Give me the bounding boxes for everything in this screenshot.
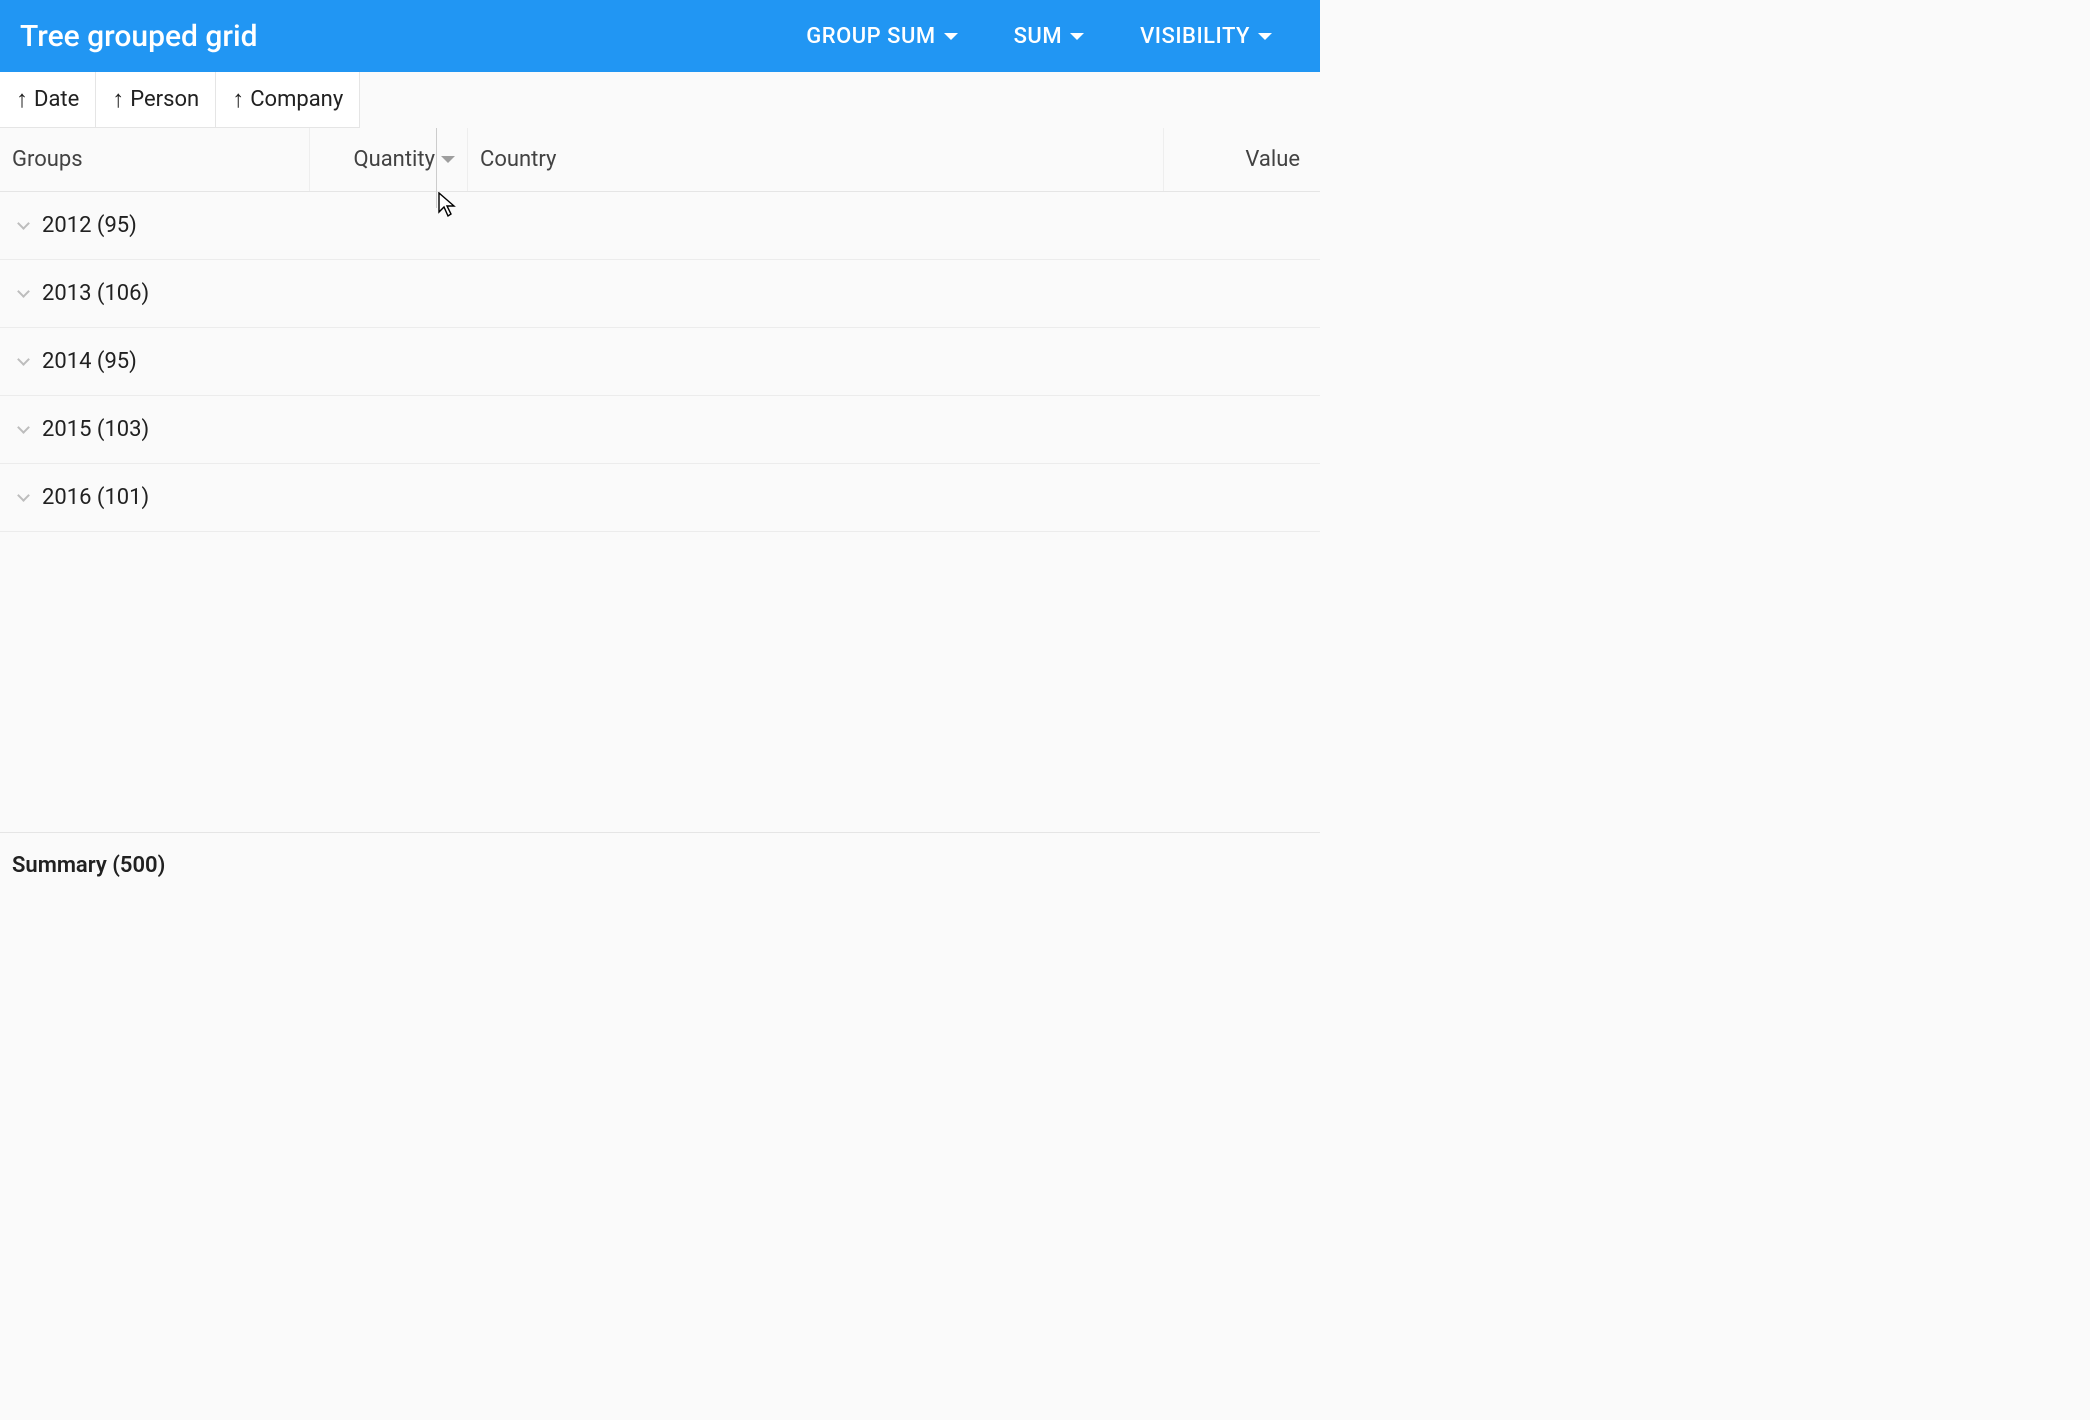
sort-asc-icon: ↑	[16, 87, 28, 111]
caret-down-icon	[1258, 33, 1272, 40]
tree-row[interactable]: 2014 (95)	[0, 328, 1320, 396]
app-root: Tree grouped grid GROUP SUM SUM VISIBILI…	[0, 0, 1320, 898]
column-header-label: Value	[1245, 147, 1300, 172]
visibility-menu-button[interactable]: VISIBILITY	[1112, 0, 1300, 72]
group-chip-person[interactable]: ↑ Person	[96, 72, 216, 128]
tree-row[interactable]: 2015 (103)	[0, 396, 1320, 464]
title-bar: Tree grouped grid GROUP SUM SUM VISIBILI…	[0, 0, 1320, 72]
sum-menu-label: SUM	[1014, 24, 1062, 49]
column-header-label: Quantity	[353, 147, 435, 172]
sort-asc-icon: ↑	[112, 87, 124, 111]
grid-body: 2012 (95) 2013 (106) 2014 (95) 2015 (103…	[0, 192, 1320, 532]
group-chip-company[interactable]: ↑ Company	[216, 72, 360, 128]
sort-asc-icon: ↑	[232, 87, 244, 111]
tree-row-label: 2013 (106)	[42, 281, 149, 306]
column-header-groups[interactable]: Groups	[0, 128, 310, 191]
group-sum-menu-label: GROUP SUM	[806, 24, 935, 49]
expand-icon[interactable]	[12, 427, 34, 432]
group-chip-label: Company	[250, 87, 343, 112]
tree-row[interactable]: 2016 (101)	[0, 464, 1320, 532]
tree-row-label: 2015 (103)	[42, 417, 149, 442]
column-header-country[interactable]: Country	[468, 128, 1164, 191]
expand-icon[interactable]	[12, 223, 34, 228]
column-menu-icon[interactable]	[441, 156, 455, 163]
caret-down-icon	[944, 33, 958, 40]
summary-label: Summary (500)	[12, 853, 165, 878]
tree-row-label: 2016 (101)	[42, 485, 149, 510]
page-title: Tree grouped grid	[20, 19, 258, 54]
sum-menu-button[interactable]: SUM	[986, 0, 1112, 72]
tree-row[interactable]: 2013 (106)	[0, 260, 1320, 328]
expand-icon[interactable]	[12, 359, 34, 364]
tree-row[interactable]: 2012 (95)	[0, 192, 1320, 260]
column-header-label: Groups	[12, 147, 83, 172]
visibility-menu-label: VISIBILITY	[1140, 24, 1250, 49]
column-header-row: Groups Quantity Country Value	[0, 128, 1320, 192]
expand-icon[interactable]	[12, 291, 34, 296]
tree-row-label: 2014 (95)	[42, 349, 137, 374]
group-chip-label: Person	[130, 87, 199, 112]
group-chip-label: Date	[34, 87, 79, 112]
group-chip-date[interactable]: ↑ Date	[0, 72, 96, 128]
expand-icon[interactable]	[12, 495, 34, 500]
caret-down-icon	[1070, 33, 1084, 40]
group-sum-menu-button[interactable]: GROUP SUM	[778, 0, 985, 72]
column-header-quantity[interactable]: Quantity	[310, 128, 468, 191]
summary-row: Summary (500)	[0, 832, 1320, 898]
column-header-label: Country	[480, 147, 556, 172]
column-header-value[interactable]: Value	[1164, 128, 1320, 191]
group-by-bar: ↑ Date ↑ Person ↑ Company	[0, 72, 1320, 128]
tree-row-label: 2012 (95)	[42, 213, 137, 238]
